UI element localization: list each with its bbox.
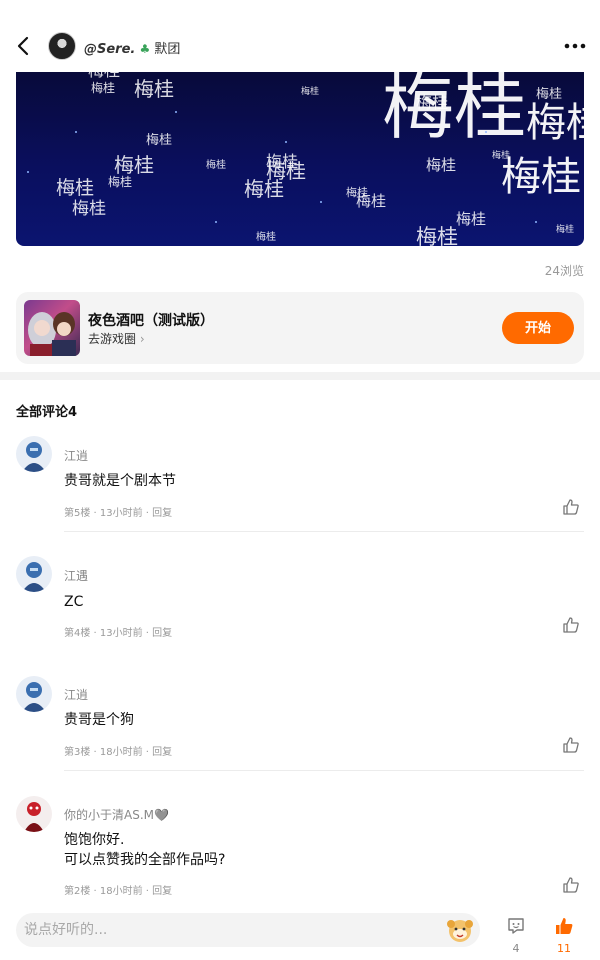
comment-text: 贵哥就是个剧本节 [64,473,176,489]
watermark-text: 梅桂 [114,153,154,177]
watermark-text: 梅桂 [426,156,456,174]
comment-divider [64,531,584,532]
commenter-avatar[interactable] [16,676,52,712]
watermark-text: 梅桂 [416,225,458,246]
commenter-name[interactable]: 江逍 [64,686,88,703]
sparkle-dot [215,221,217,223]
view-count: 24浏览 [544,264,584,278]
comments-header: 全部评论4 [16,405,78,420]
game-circle-link[interactable]: 去游戏圈 › [88,330,145,347]
commenter-name[interactable]: 江逍 [64,447,88,464]
commenter-avatar[interactable] [16,796,52,832]
comment-count: 4 [512,942,520,955]
thumbs-up-icon[interactable] [562,876,580,894]
post-image-pattern: 梅桂梅桂梅桂梅桂梅桂梅桂梅桂梅桂梅桂梅桂梅桂梅桂梅桂梅桂梅桂梅桂梅桂梅桂梅桂梅桂… [27,72,584,246]
post-image[interactable]: 梅桂梅桂梅桂梅桂梅桂梅桂梅桂梅桂梅桂梅桂梅桂梅桂梅桂梅桂梅桂梅桂梅桂梅桂梅桂梅桂… [16,72,584,246]
commenter-name[interactable]: 你的小于清AS.M🩶 [64,806,169,823]
sparkle-dot [535,221,537,223]
chevron-right-icon: › [139,332,145,346]
comment-item: 江逍 贵哥就是个剧本节 第5楼 · 13小时前 · 回复 [0,432,600,532]
thumbs-up-icon[interactable] [562,498,580,516]
sparkle-dot [27,171,29,173]
watermark-text: 梅桂 [244,177,284,201]
more-icon[interactable] [562,36,588,56]
watermark-text: 梅桂 [536,87,562,102]
comment-text: ZC [64,594,84,610]
watermark-text: 梅桂 [556,223,574,235]
game-icon [24,300,80,356]
author-name[interactable]: @Sere. ♣ 默团 [84,38,180,57]
game-circle-label: 去游戏圈 [88,332,137,346]
game-title: 夜色酒吧（测试版） [88,313,214,329]
commenter-avatar[interactable] [16,436,52,472]
watermark-text: 梅桂 [492,149,510,161]
comment-meta[interactable]: 第2楼 · 18小时前 · 回复 [64,882,172,897]
watermark-text: 梅桂 [301,85,319,97]
comment-button[interactable]: 4 [501,916,531,955]
commenter-avatar[interactable] [16,556,52,592]
top-bar: @Sere. ♣ 默团 [0,28,600,66]
author-avatar[interactable] [48,32,76,60]
comment-item: 你的小于清AS.M🩶 饱饱你好. 可以点赞我的全部作品吗? 第2楼 · 18小时… [0,792,600,902]
clover-icon: ♣ [139,42,151,56]
watermark-text: 梅桂 [526,100,584,146]
watermark-text: 梅桂 [88,72,120,80]
start-game-button[interactable]: 开始 [502,312,574,344]
watermark-text: 梅桂 [146,133,172,148]
sparkle-dot [175,111,177,113]
like-count: 11 [557,942,571,955]
comment-item: 江遇 ZC 第4楼 · 13小时前 · 回复 [0,552,600,652]
comment-meta[interactable]: 第5楼 · 13小时前 · 回复 [64,504,172,519]
comment-text: 饱饱你好. 可以点赞我的全部作品吗? [64,832,226,868]
comment-item: 江逍 贵哥是个狗 第3楼 · 18小时前 · 回复 [0,672,600,772]
comment-input[interactable] [24,913,424,947]
author-suffix: 默团 [154,42,181,57]
emoji-icon[interactable] [446,916,474,944]
watermark-text: 梅桂 [56,177,94,199]
thumbs-up-filled-icon [556,918,573,934]
watermark-text: 梅桂 [501,154,581,200]
like-button[interactable]: 11 [549,916,579,955]
watermark-text: 梅桂 [206,158,226,171]
thumbs-up-icon[interactable] [562,616,580,634]
comment-divider [64,770,584,771]
back-arrow-icon[interactable] [12,34,36,58]
watermark-text: 梅桂 [416,93,448,112]
watermark-text: 梅桂 [356,192,386,210]
comment-icon [508,918,524,934]
watermark-text: 梅桂 [108,174,132,189]
sparkle-dot [75,131,77,133]
watermark-text: 梅桂 [91,80,115,95]
sparkle-dot [485,131,487,133]
watermark-text: 梅桂 [72,199,106,219]
watermark-text: 梅桂 [134,77,174,101]
game-card[interactable]: 夜色酒吧（测试版） 去游戏圈 › 开始 [16,292,584,364]
bottom-action-bar: 4 11 [0,906,600,960]
sparkle-dot [320,201,322,203]
commenter-name[interactable]: 江遇 [64,567,88,584]
comment-text: 贵哥是个狗 [64,712,134,728]
watermark-text: 梅桂 [382,72,526,149]
watermark-text: 梅桂 [456,210,486,228]
watermark-text: 梅桂 [256,230,276,243]
sparkle-dot [285,141,287,143]
comment-meta[interactable]: 第3楼 · 18小时前 · 回复 [64,743,172,758]
comment-meta[interactable]: 第4楼 · 13小时前 · 回复 [64,624,172,639]
comment-input-box[interactable] [16,913,480,947]
section-divider [0,372,600,380]
author-handle: @Sere. [84,42,136,57]
thumbs-up-icon[interactable] [562,736,580,754]
